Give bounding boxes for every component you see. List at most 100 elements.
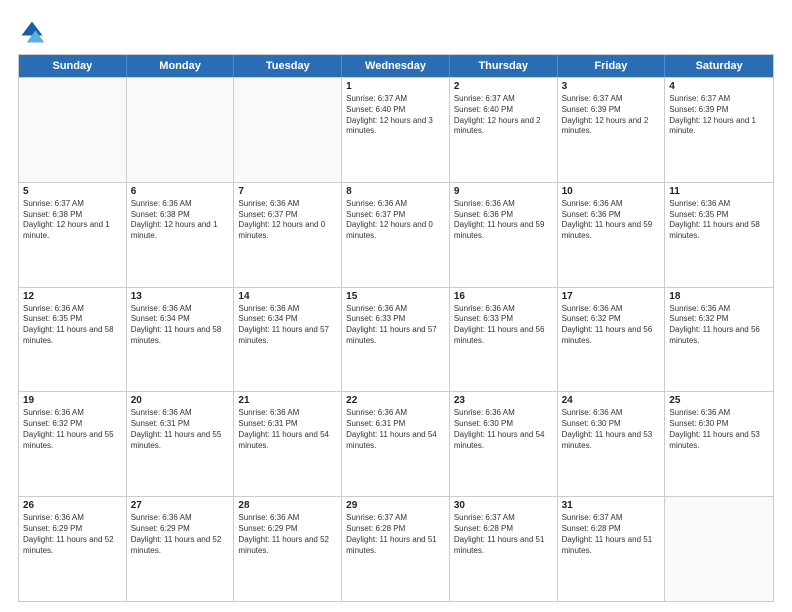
- day-number: 20: [131, 395, 230, 406]
- day-info: Sunrise: 6:36 AM Sunset: 6:36 PM Dayligh…: [562, 199, 661, 242]
- day-info: Sunrise: 6:36 AM Sunset: 6:37 PM Dayligh…: [238, 199, 337, 242]
- day-info: Sunrise: 6:36 AM Sunset: 6:31 PM Dayligh…: [131, 408, 230, 451]
- day-info: Sunrise: 6:36 AM Sunset: 6:38 PM Dayligh…: [131, 199, 230, 242]
- day-info: Sunrise: 6:36 AM Sunset: 6:31 PM Dayligh…: [238, 408, 337, 451]
- day-info: Sunrise: 6:36 AM Sunset: 6:33 PM Dayligh…: [454, 304, 553, 347]
- day-number: 3: [562, 81, 661, 92]
- calendar-row-4: 26 Sunrise: 6:36 AM Sunset: 6:29 PM Dayli…: [19, 496, 773, 601]
- calendar-row-3: 19 Sunrise: 6:36 AM Sunset: 6:32 PM Dayli…: [19, 391, 773, 496]
- header-day-tuesday: Tuesday: [234, 55, 342, 77]
- day-number: 7: [238, 186, 337, 197]
- calendar-cell: 7 Sunrise: 6:36 AM Sunset: 6:37 PM Daylig…: [234, 183, 342, 287]
- day-info: Sunrise: 6:36 AM Sunset: 6:36 PM Dayligh…: [454, 199, 553, 242]
- day-number: 30: [454, 500, 553, 511]
- logo: [18, 18, 50, 46]
- header: [18, 18, 774, 46]
- day-number: 25: [669, 395, 769, 406]
- calendar-cell: [665, 497, 773, 601]
- day-number: 16: [454, 291, 553, 302]
- calendar-row-1: 5 Sunrise: 6:37 AM Sunset: 6:38 PM Daylig…: [19, 182, 773, 287]
- calendar-cell: 13 Sunrise: 6:36 AM Sunset: 6:34 PM Dayli…: [127, 288, 235, 392]
- calendar-cell: 27Sunrise: 6:36 AM Sunset: 6:29 PM Dayli…: [127, 497, 235, 601]
- day-number: 22: [346, 395, 445, 406]
- day-info: Sunrise: 6:37 AM Sunset: 6:39 PM Dayligh…: [562, 94, 661, 137]
- day-info: Sunrise: 6:37 AM Sunset: 6:38 PM Dayligh…: [23, 199, 122, 242]
- day-number: 6: [131, 186, 230, 197]
- calendar-body: 1 Sunrise: 6:37 AM Sunset: 6:40 PM Daylig…: [19, 77, 773, 601]
- calendar-cell: 15 Sunrise: 6:36 AM Sunset: 6:33 PM Dayli…: [342, 288, 450, 392]
- day-number: 10: [562, 186, 661, 197]
- calendar: SundayMondayTuesdayWednesdayThursdayFrid…: [18, 54, 774, 602]
- day-info: Sunrise: 6:37 AM Sunset: 6:40 PM Dayligh…: [346, 94, 445, 137]
- day-number: 21: [238, 395, 337, 406]
- calendar-cell: [234, 78, 342, 182]
- calendar-cell: 20 Sunrise: 6:36 AM Sunset: 6:31 PM Dayli…: [127, 392, 235, 496]
- day-info: Sunrise: 6:36 AM Sunset: 6:32 PM Dayligh…: [669, 304, 769, 347]
- header-day-saturday: Saturday: [665, 55, 773, 77]
- header-day-friday: Friday: [558, 55, 666, 77]
- calendar-cell: 8 Sunrise: 6:36 AM Sunset: 6:37 PM Daylig…: [342, 183, 450, 287]
- day-number: 8: [346, 186, 445, 197]
- day-number: 2: [454, 81, 553, 92]
- day-number: 1: [346, 81, 445, 92]
- day-info: Sunrise: 6:36 AM Sunset: 6:37 PM Dayligh…: [346, 199, 445, 242]
- calendar-cell: 19 Sunrise: 6:36 AM Sunset: 6:32 PM Dayli…: [19, 392, 127, 496]
- header-day-thursday: Thursday: [450, 55, 558, 77]
- calendar-row-0: 1 Sunrise: 6:37 AM Sunset: 6:40 PM Daylig…: [19, 77, 773, 182]
- calendar-cell: 2Sunrise: 6:37 AM Sunset: 6:40 PM Daylig…: [450, 78, 558, 182]
- calendar-cell: 11Sunrise: 6:36 AM Sunset: 6:35 PM Dayli…: [665, 183, 773, 287]
- calendar-cell: [127, 78, 235, 182]
- day-number: 26: [23, 500, 122, 511]
- day-number: 17: [562, 291, 661, 302]
- day-info: Sunrise: 6:36 AM Sunset: 6:30 PM Dayligh…: [454, 408, 553, 451]
- day-info: Sunrise: 6:36 AM Sunset: 6:33 PM Dayligh…: [346, 304, 445, 347]
- day-info: Sunrise: 6:36 AM Sunset: 6:30 PM Dayligh…: [669, 408, 769, 451]
- day-number: 29: [346, 500, 445, 511]
- calendar-cell: 4 Sunrise: 6:37 AM Sunset: 6:39 PM Daylig…: [665, 78, 773, 182]
- logo-icon: [18, 18, 46, 46]
- day-number: 18: [669, 291, 769, 302]
- calendar-cell: 16 Sunrise: 6:36 AM Sunset: 6:33 PM Dayli…: [450, 288, 558, 392]
- day-info: Sunrise: 6:36 AM Sunset: 6:35 PM Dayligh…: [23, 304, 122, 347]
- calendar-cell: 9 Sunrise: 6:36 AM Sunset: 6:36 PM Daylig…: [450, 183, 558, 287]
- day-number: 5: [23, 186, 122, 197]
- day-number: 15: [346, 291, 445, 302]
- calendar-cell: 3 Sunrise: 6:37 AM Sunset: 6:39 PM Daylig…: [558, 78, 666, 182]
- day-number: 24: [562, 395, 661, 406]
- day-info: Sunrise: 6:37 AM Sunset: 6:39 PM Dayligh…: [669, 94, 769, 137]
- day-number: 12: [23, 291, 122, 302]
- day-number: 28: [238, 500, 337, 511]
- day-number: 27: [131, 500, 230, 511]
- calendar-cell: 21 Sunrise: 6:36 AM Sunset: 6:31 PM Dayli…: [234, 392, 342, 496]
- day-info: Sunrise: 6:36 AM Sunset: 6:29 PM Dayligh…: [23, 513, 122, 556]
- calendar-cell: 14 Sunrise: 6:36 AM Sunset: 6:34 PM Dayli…: [234, 288, 342, 392]
- day-info: Sunrise: 6:36 AM Sunset: 6:35 PM Dayligh…: [669, 199, 769, 242]
- calendar-cell: 5 Sunrise: 6:37 AM Sunset: 6:38 PM Daylig…: [19, 183, 127, 287]
- calendar-cell: 24Sunrise: 6:36 AM Sunset: 6:30 PM Dayli…: [558, 392, 666, 496]
- header-day-sunday: Sunday: [19, 55, 127, 77]
- day-info: Sunrise: 6:37 AM Sunset: 6:28 PM Dayligh…: [454, 513, 553, 556]
- calendar-cell: 30 Sunrise: 6:37 AM Sunset: 6:28 PM Dayli…: [450, 497, 558, 601]
- day-info: Sunrise: 6:36 AM Sunset: 6:34 PM Dayligh…: [131, 304, 230, 347]
- calendar-cell: 17 Sunrise: 6:36 AM Sunset: 6:32 PM Dayli…: [558, 288, 666, 392]
- day-info: Sunrise: 6:37 AM Sunset: 6:28 PM Dayligh…: [562, 513, 661, 556]
- header-day-wednesday: Wednesday: [342, 55, 450, 77]
- day-info: Sunrise: 6:36 AM Sunset: 6:34 PM Dayligh…: [238, 304, 337, 347]
- day-info: Sunrise: 6:36 AM Sunset: 6:32 PM Dayligh…: [23, 408, 122, 451]
- header-day-monday: Monday: [127, 55, 235, 77]
- day-number: 13: [131, 291, 230, 302]
- day-number: 4: [669, 81, 769, 92]
- calendar-cell: 18 Sunrise: 6:36 AM Sunset: 6:32 PM Dayli…: [665, 288, 773, 392]
- calendar-cell: 26 Sunrise: 6:36 AM Sunset: 6:29 PM Dayli…: [19, 497, 127, 601]
- calendar-cell: 1 Sunrise: 6:37 AM Sunset: 6:40 PM Daylig…: [342, 78, 450, 182]
- calendar-cell: 6 Sunrise: 6:36 AM Sunset: 6:38 PM Daylig…: [127, 183, 235, 287]
- day-number: 14: [238, 291, 337, 302]
- calendar-cell: 31 Sunrise: 6:37 AM Sunset: 6:28 PM Dayli…: [558, 497, 666, 601]
- day-number: 19: [23, 395, 122, 406]
- day-number: 31: [562, 500, 661, 511]
- day-number: 9: [454, 186, 553, 197]
- calendar-cell: 10 Sunrise: 6:36 AM Sunset: 6:36 PM Dayli…: [558, 183, 666, 287]
- day-info: Sunrise: 6:36 AM Sunset: 6:31 PM Dayligh…: [346, 408, 445, 451]
- day-number: 23: [454, 395, 553, 406]
- day-info: Sunrise: 6:36 AM Sunset: 6:32 PM Dayligh…: [562, 304, 661, 347]
